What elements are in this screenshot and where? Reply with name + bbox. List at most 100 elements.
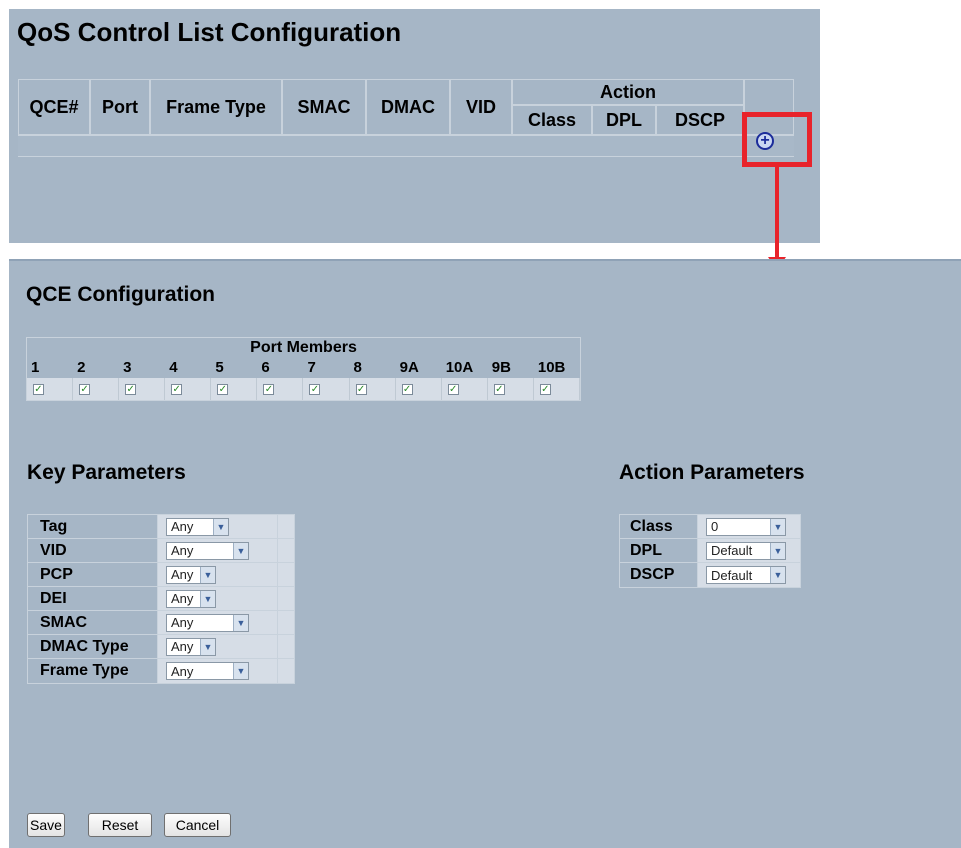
row-end-cell [277,587,294,610]
key-row-dei: DEI Any ▼ [28,587,294,611]
class-select[interactable]: 0 ▼ [706,517,786,536]
vid-select[interactable]: Any ▼ [166,541,249,560]
qcl-empty-row [18,135,794,157]
port-checkbox[interactable]: ✓ [171,383,183,395]
port-checkbox[interactable]: ✓ [79,383,91,395]
port-checkbox[interactable]: ✓ [447,383,459,395]
port-label: 9B [491,359,511,376]
dscp-select[interactable]: Default ▼ [706,566,786,584]
port-checkbox[interactable]: ✓ [309,383,321,395]
tag-select[interactable]: Any ▼ [166,517,229,536]
select-gap [229,517,249,536]
select-value: Any [171,663,194,679]
select-value: Default [711,567,753,583]
port-checkbox-cell: ✓ [441,378,488,400]
port-members-table: Port Members 1 2 3 4 5 6 7 8 9A 10A 9B 1… [26,337,581,401]
key-row-smac: SMAC Any ▼ [28,611,294,635]
col-qce: QCE# [18,79,90,135]
qos-control-list-panel: QoS Control List Configuration QCE# Port… [9,9,820,243]
port-checkbox-cell: ✓ [211,378,258,400]
col-dscp: DSCP [656,105,744,135]
pcp-select[interactable]: Any ▼ [166,565,216,584]
chevron-down-icon: ▼ [213,518,228,535]
port-label: 6 [261,359,270,376]
param-label: PCP [28,563,158,586]
param-value-cell: Any ▼ [158,659,277,683]
param-value-cell: Any ▼ [158,563,277,586]
param-value-cell: Default ▼ [698,563,800,587]
save-button[interactable]: Save [27,813,65,837]
port-checkbox[interactable]: ✓ [217,383,229,395]
chevron-down-icon: ▼ [200,566,215,583]
dei-select[interactable]: Any ▼ [166,589,216,608]
port-checkbox-cell: ✓ [73,378,120,400]
port-checkbox[interactable]: ✓ [493,383,505,395]
row-end-cell [277,539,294,562]
port-label: 10A [445,359,474,376]
row-end-cell [277,659,294,683]
select-value: Any [171,639,194,654]
param-value-cell: Any ▼ [158,611,277,634]
col-smac: SMAC [282,79,366,135]
port-checkbox[interactable]: ✓ [33,383,44,395]
action-row-dscp: DSCP Default ▼ [620,563,800,587]
port-checkbox[interactable]: ✓ [355,383,367,395]
key-row-pcp: PCP Any ▼ [28,563,294,587]
port-checkbox-cell: ✓ [349,378,396,400]
action-parameters-title: Action Parameters [619,461,805,484]
chevron-down-icon: ▼ [233,663,248,679]
chevron-down-icon: ▼ [770,518,785,535]
col-frame-type: Frame Type [150,79,282,135]
param-label: DPL [620,539,698,562]
key-row-tag: Tag Any ▼ [28,515,294,539]
param-label: DMAC Type [28,635,158,658]
smac-select[interactable]: Any ▼ [166,613,249,632]
key-parameters-title: Key Parameters [27,461,186,484]
dpl-select[interactable]: Default ▼ [706,541,786,560]
param-value-cell: Any ▼ [158,587,277,610]
port-label: 2 [77,359,86,376]
port-label: 10B [537,359,566,376]
port-labels-row: 1 2 3 4 5 6 7 8 9A 10A 9B 10B [27,358,580,378]
action-row-class: Class 0 ▼ [620,515,800,539]
param-label: Frame Type [28,659,158,683]
col-port: Port [90,79,150,135]
port-checkbox-cell: ✓ [487,378,534,400]
chevron-down-icon: ▼ [200,590,215,607]
port-checkbox[interactable]: ✓ [539,383,551,395]
param-value-cell: 0 ▼ [698,515,800,538]
port-checkbox-cell: ✓ [395,378,442,400]
port-label: 3 [123,359,132,376]
port-checkbox[interactable]: ✓ [263,383,275,395]
port-checkbox-cell: ✓ [119,378,166,400]
param-label: DEI [28,587,158,610]
frame-type-select[interactable]: Any ▼ [166,662,249,680]
port-checkbox-cell: ✓ [533,378,580,400]
port-checkbox-cell: ✓ [257,378,304,400]
port-label: 1 [31,359,40,376]
dmac-type-select[interactable]: Any ▼ [166,637,216,656]
param-label: SMAC [28,611,158,634]
page-title: QoS Control List Configuration [17,17,402,47]
action-row-dpl: DPL Default ▼ [620,539,800,563]
key-parameters-table: Tag Any ▼ VID Any ▼ PCP Any ▼ DEI Any ▼ [27,514,295,684]
highlight-box [742,112,812,167]
port-label: 8 [353,359,362,376]
port-label: 5 [215,359,224,376]
param-value-cell: Any ▼ [158,635,277,658]
key-row-dmac-type: DMAC Type Any ▼ [28,635,294,659]
port-checkbox[interactable]: ✓ [401,383,413,395]
qce-title: QCE Configuration [26,283,215,306]
col-class: Class [512,105,592,135]
port-label: 4 [169,359,178,376]
select-value: Any [171,543,194,558]
port-label: 7 [307,359,316,376]
port-checkbox-cell: ✓ [165,378,212,400]
param-value-cell: Any ▼ [158,539,277,562]
param-label: DSCP [620,563,698,587]
qcl-table-header: QCE# Port Frame Type SMAC DMAC VID Actio… [18,79,794,135]
port-checkbox-row: ✓ ✓ ✓ ✓ ✓ ✓ ✓ ✓ ✓ ✓ ✓ ✓ [27,378,580,400]
cancel-button[interactable]: Cancel [164,813,231,837]
reset-button[interactable]: Reset [88,813,152,837]
port-checkbox[interactable]: ✓ [125,383,137,395]
